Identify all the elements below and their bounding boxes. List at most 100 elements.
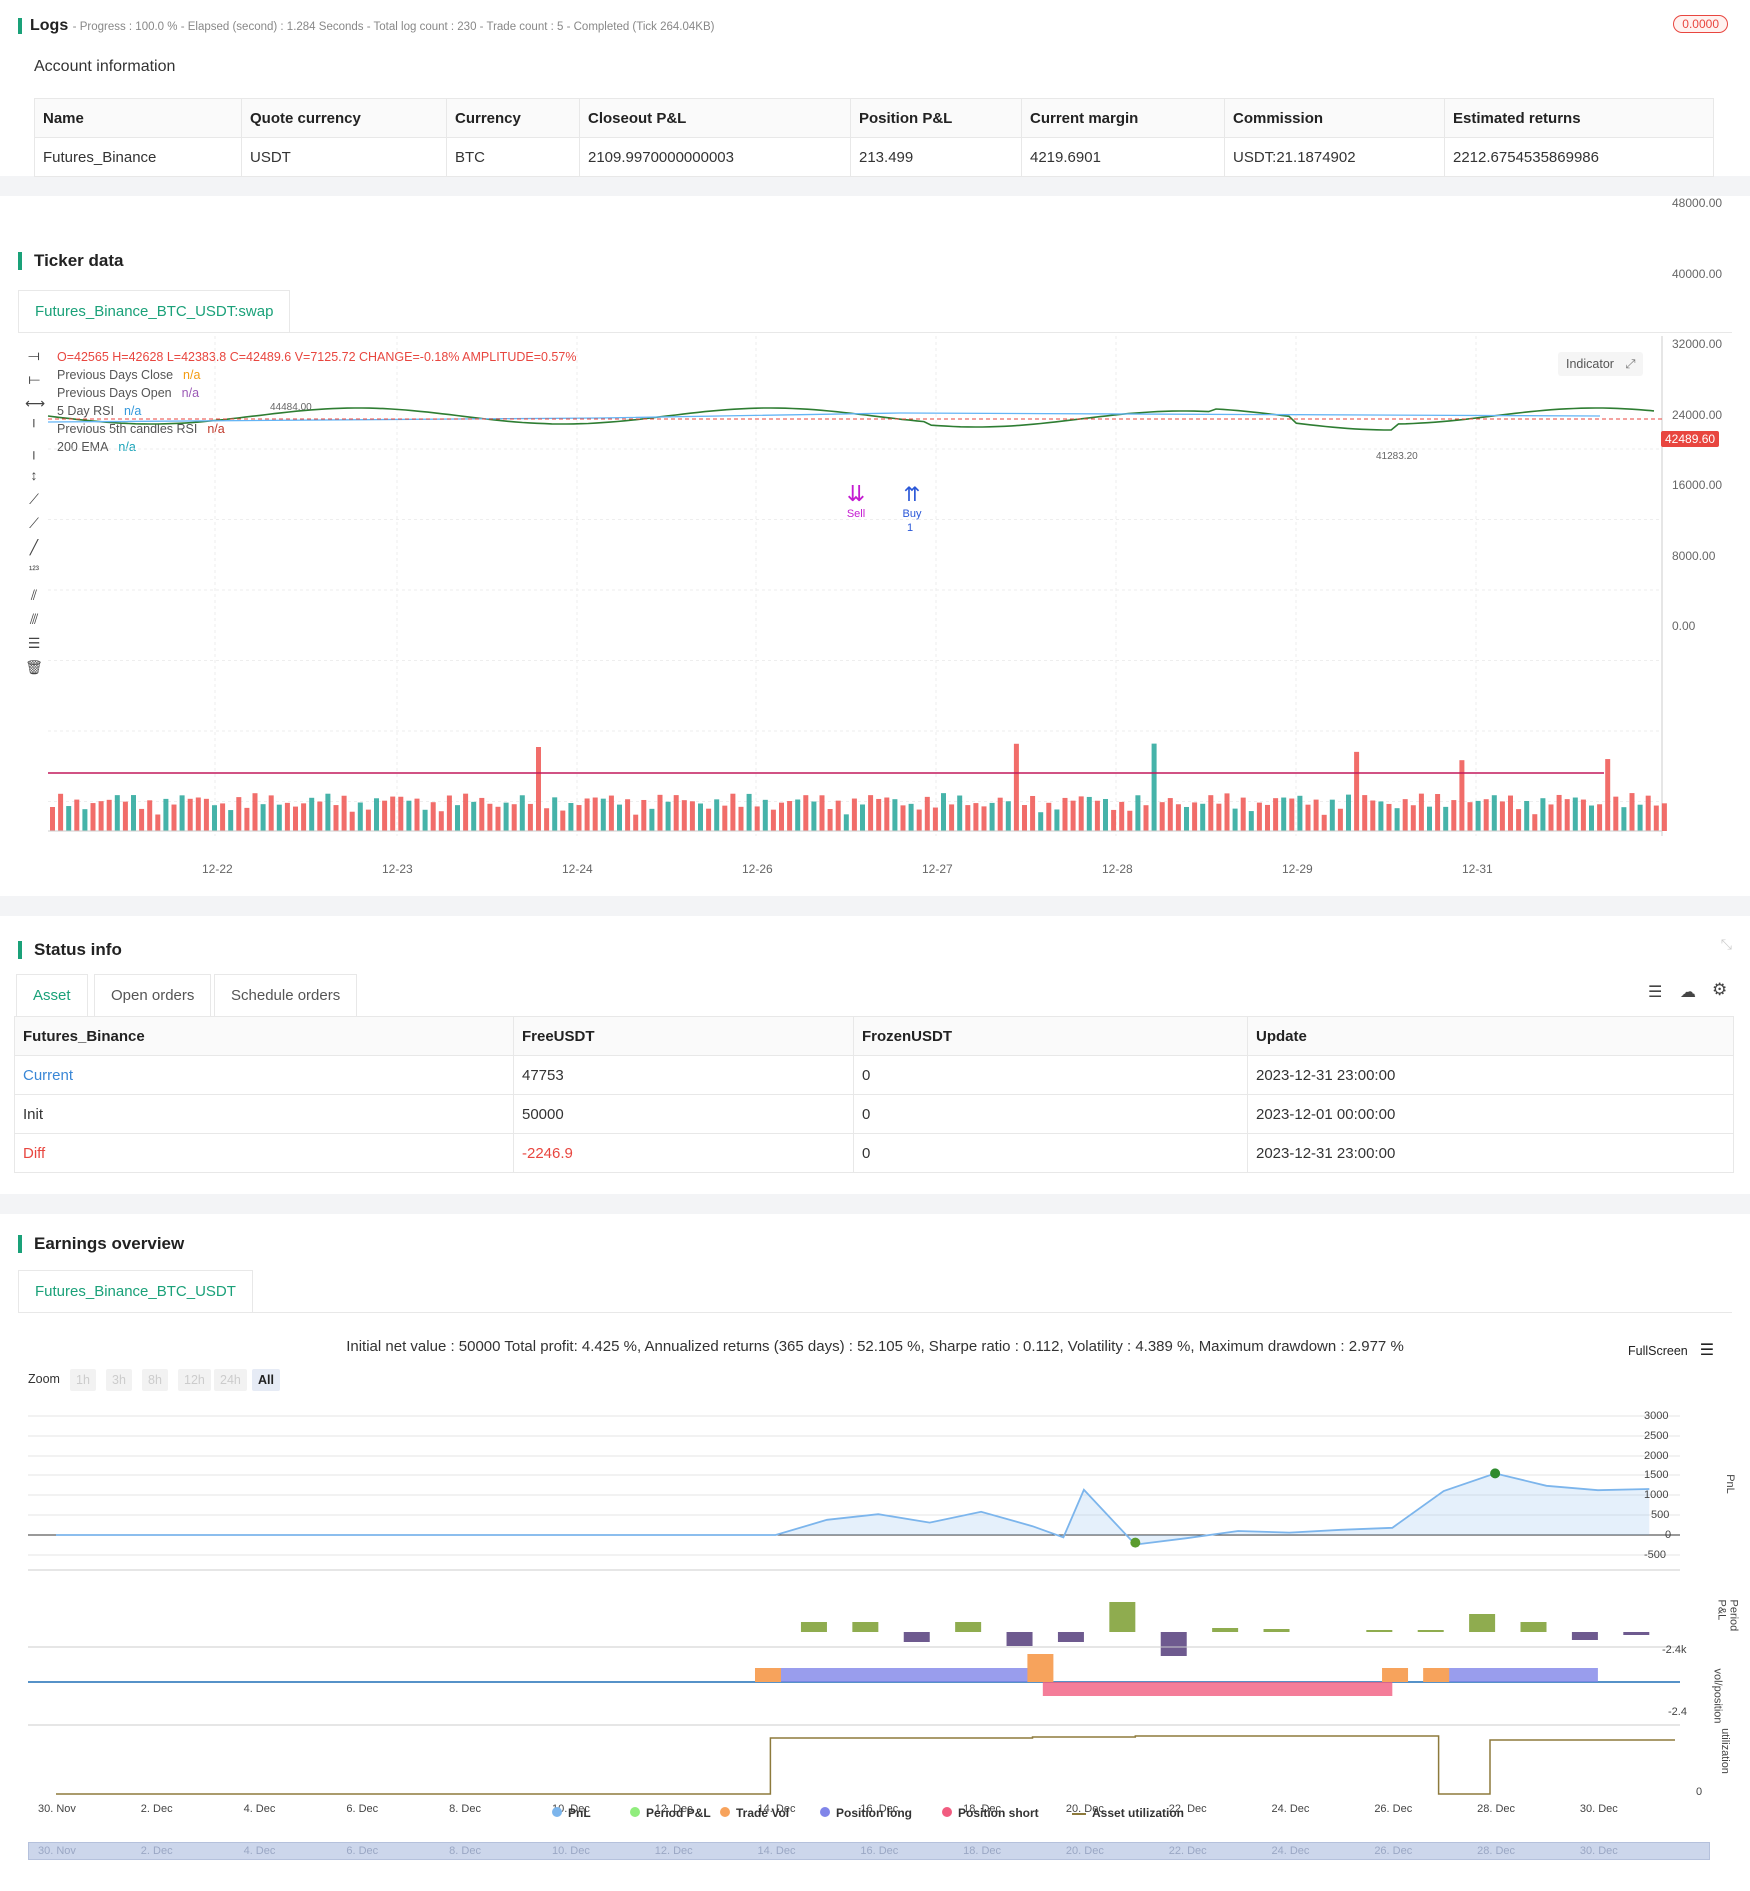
volume-bar <box>1337 808 1343 831</box>
navigator-label: 26. Dec <box>1374 1845 1413 1857</box>
volume-bar <box>260 804 266 831</box>
col-current-margin: Current margin <box>1021 98 1225 138</box>
volume-bar <box>406 800 412 831</box>
period-pnl-bar <box>1057 1632 1084 1642</box>
navigator-label: 30. Nov <box>38 1845 76 1857</box>
gear-icon[interactable]: ⚙ <box>1712 980 1727 1000</box>
zoom-all[interactable]: All <box>252 1369 280 1391</box>
volume-bar <box>1046 802 1052 831</box>
period-pnl-bar <box>955 1622 982 1632</box>
volume-bar <box>868 795 874 831</box>
col-closeout-pnl: Closeout P&L <box>579 98 851 138</box>
tab-open-orders[interactable]: Open orders <box>94 974 212 1017</box>
tab-schedule-orders[interactable]: Schedule orders <box>214 974 358 1017</box>
legend-item-pnl[interactable]: PnL <box>552 1806 591 1820</box>
legend-item-trade-vol[interactable]: Trade Vol <box>720 1806 789 1820</box>
tab-ticker-symbol[interactable]: Futures_Binance_BTC_USDT:swap <box>18 290 291 333</box>
ticker-tab-underline <box>18 332 1732 333</box>
volume-bar <box>527 803 533 831</box>
volume-bar <box>1200 803 1206 831</box>
volume-bar <box>374 798 379 831</box>
period-pnl-bar <box>852 1622 879 1632</box>
col-commission: Commission <box>1224 98 1445 138</box>
vol-axis-label: -2.4 <box>1668 1706 1687 1718</box>
row-free: 47753 <box>513 1055 854 1095</box>
volume-bar <box>487 803 493 831</box>
volume-bar <box>139 808 145 831</box>
tab-asset[interactable]: Asset <box>16 974 88 1017</box>
volume-bar <box>74 799 80 831</box>
period-pnl-bar <box>1520 1622 1547 1632</box>
logs-summary: - Progress : 100.0 % - Elapsed (second) … <box>72 21 715 33</box>
volume-bar <box>1329 799 1335 831</box>
legend-item-position-long[interactable]: Position long <box>820 1806 912 1820</box>
row-free: -2246.9 <box>513 1133 854 1173</box>
row-update: 2023-12-31 23:00:00 <box>1247 1055 1734 1095</box>
volume-bar <box>568 803 574 831</box>
menu-icon[interactable]: ☰ <box>1700 1342 1714 1359</box>
volume-bar <box>1086 796 1092 831</box>
zoom-3h[interactable]: 3h <box>106 1369 132 1391</box>
volume-bar <box>179 795 185 831</box>
legend-item-asset-utilization[interactable]: Asset utilization <box>1072 1806 1184 1820</box>
logs-title: Logs <box>30 17 69 34</box>
row-name: Diff <box>14 1133 514 1173</box>
volume-bar <box>1362 795 1368 831</box>
volume-bar <box>584 798 590 831</box>
volume-bar <box>293 806 298 831</box>
volume-bar <box>827 809 833 831</box>
legend-label: Period P&L <box>646 1806 711 1820</box>
legend-item-position-short[interactable]: Position short <box>942 1806 1039 1820</box>
pnl-axis-label: 0 <box>1665 1529 1672 1541</box>
table-row: Init 50000 0 2023-12-01 00:00:00 <box>14 1094 1734 1134</box>
row-frozen: 0 <box>853 1094 1248 1134</box>
zoom-8h[interactable]: 8h <box>142 1369 168 1391</box>
pnl-axis-label: 1500 <box>1644 1469 1669 1481</box>
sell-arrow-icon: ⇊ <box>847 481 865 506</box>
volume-bar <box>341 795 347 831</box>
volume-bar <box>301 803 307 831</box>
volume-bar <box>544 808 550 831</box>
asset-header-row: Futures_Binance FreeUSDT FrozenUSDT Upda… <box>14 1016 1734 1056</box>
list-icon[interactable]: ☰ <box>1648 982 1662 1002</box>
utilization-line <box>56 1735 1675 1795</box>
zoom-12h[interactable]: 12h <box>178 1369 211 1391</box>
row-name[interactable]: Current <box>14 1055 514 1095</box>
volume-bar <box>1508 795 1513 831</box>
trade-vol-bar <box>754 1668 781 1682</box>
x-axis-label: 28. Dec <box>1477 1803 1516 1815</box>
volume-bar <box>1289 798 1295 831</box>
legend-item-period-p-l[interactable]: Period P&L <box>630 1806 711 1820</box>
cell: USDT:21.1874902 <box>1224 137 1445 177</box>
pnl-axis-label: 2000 <box>1644 1450 1669 1462</box>
col-exchange: Futures_Binance <box>14 1016 514 1056</box>
navigator-label: 10. Dec <box>551 1845 590 1857</box>
zoom-1h[interactable]: 1h <box>70 1369 96 1391</box>
price-axis-label: 24000.00 <box>1672 407 1723 422</box>
close-icon[interactable]: ⤡ <box>1721 936 1732 953</box>
volume-bar <box>171 804 177 831</box>
cloud-download-icon[interactable]: ☁ <box>1680 982 1696 1002</box>
volume-bar <box>811 801 817 831</box>
volume-bar <box>471 801 477 831</box>
tab-earnings-symbol[interactable]: Futures_Binance_BTC_USDT <box>18 1270 253 1313</box>
col-update: Update <box>1247 1016 1734 1056</box>
navigator-label: 12. Dec <box>654 1845 693 1857</box>
x-axis-label: 12-22 <box>202 862 233 876</box>
navigator-label: 2. Dec <box>140 1845 173 1857</box>
table-row: Current 47753 0 2023-12-31 23:00:00 <box>14 1055 1734 1095</box>
volume-bar <box>1661 803 1667 831</box>
period-pnl-bar <box>1623 1632 1650 1635</box>
navigator-label: 24. Dec <box>1271 1845 1310 1857</box>
zoom-24h[interactable]: 24h <box>214 1369 247 1391</box>
volume-bar <box>90 803 96 831</box>
volume-bar <box>1645 795 1651 831</box>
volume-bar <box>892 799 898 831</box>
legend-marker <box>942 1807 952 1817</box>
fullscreen-button[interactable]: FullScreen ☰ <box>1628 1340 1714 1360</box>
legend-marker <box>720 1807 730 1817</box>
x-axis-label: 30. Nov <box>38 1803 76 1815</box>
x-axis-label: 8. Dec <box>449 1803 481 1815</box>
volume-bar <box>722 805 728 831</box>
volume-bar <box>787 801 793 831</box>
